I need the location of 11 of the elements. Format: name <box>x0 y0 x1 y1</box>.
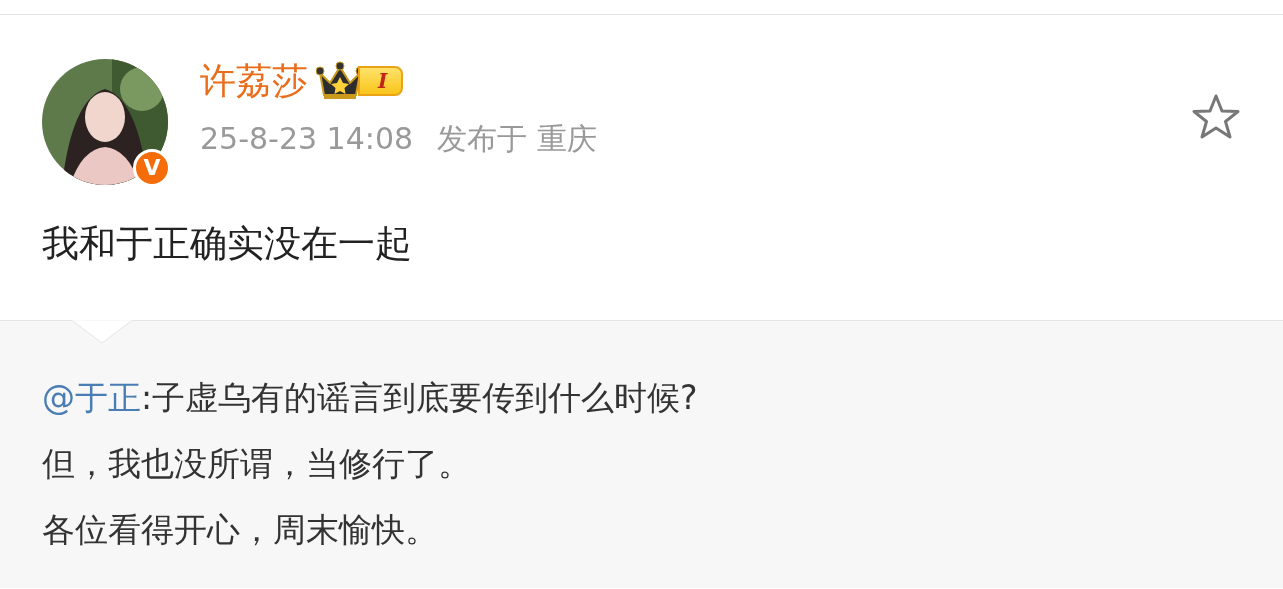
author-name[interactable]: 许荔莎 <box>200 59 308 103</box>
mention-link[interactable]: @于正 <box>42 378 141 417</box>
repost-text: @于正:子虚乌有的谣言到底要传到什么时候? <box>42 377 699 419</box>
repost-text: 但，我也没所谓，当修行了。 <box>42 443 472 485</box>
post-location: 发布于 重庆 <box>437 120 597 158</box>
post-text: 我和于正确实没在一起 <box>42 221 413 267</box>
favorite-star-icon[interactable] <box>1191 93 1241 141</box>
repost-text: 各位看得开心，周末愉快。 <box>42 509 439 551</box>
level-badge: I <box>358 66 404 96</box>
verified-badge: V <box>133 149 171 187</box>
post-time: 25-8-23 14:08 <box>200 120 414 158</box>
